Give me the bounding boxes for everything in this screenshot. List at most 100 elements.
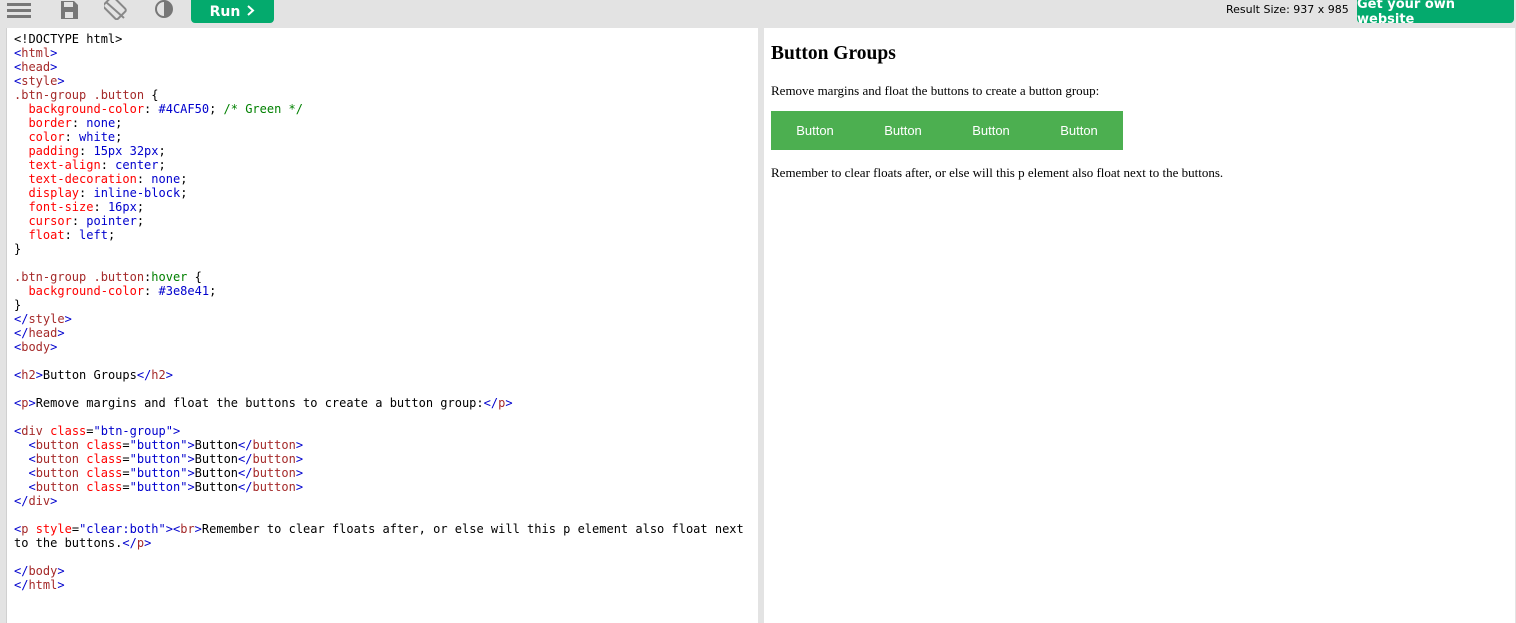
code-token: br xyxy=(180,522,195,536)
code-line: } xyxy=(14,242,758,256)
code-token: ; xyxy=(158,144,166,158)
code-line: .btn-group .button:hover { xyxy=(14,270,758,284)
code-token: > xyxy=(187,452,195,466)
result-pane: Button Groups Remove margins and float t… xyxy=(764,28,1515,623)
code-token: button xyxy=(252,480,296,494)
code-token: style xyxy=(21,74,58,88)
group-button-3[interactable]: Button xyxy=(947,111,1035,150)
code-line: <button class="button">Button</button> xyxy=(14,452,758,466)
code-line: background-color: #4CAF50; /* Green */ xyxy=(14,102,758,116)
code-token: > xyxy=(50,46,58,60)
code-token: "button" xyxy=(129,480,188,494)
code-token: style xyxy=(28,522,72,536)
code-token: ; xyxy=(115,116,123,130)
code-editor[interactable]: <!DOCTYPE html> <html> <head> <style> .btn-g… xyxy=(6,28,758,623)
code-token: = xyxy=(71,522,80,536)
code-token: h2 xyxy=(151,368,166,382)
hamburger-menu-icon[interactable] xyxy=(6,0,32,20)
code-token: > xyxy=(64,312,72,326)
run-button[interactable]: Run xyxy=(191,0,274,23)
group-button-2[interactable]: Button xyxy=(859,111,947,150)
code-token: ; xyxy=(136,214,145,228)
contrast-icon[interactable] xyxy=(153,0,175,20)
code-token: /* Green */ xyxy=(223,102,304,116)
code-token: hover xyxy=(151,270,188,284)
code-token: : xyxy=(71,214,87,228)
code-token: html xyxy=(28,578,58,592)
code-token: : xyxy=(144,284,159,298)
code-token: > xyxy=(35,368,43,382)
code-token: > xyxy=(50,340,58,354)
code-line: .btn-group .button { xyxy=(14,88,758,102)
toolbar: Run Result Size: 937 x 985 Get your own … xyxy=(0,0,1516,28)
code-token: div xyxy=(28,494,51,508)
code-token: h2 xyxy=(21,368,36,382)
code-token: </ xyxy=(238,438,253,452)
code-line: } xyxy=(14,298,758,312)
code-token: </ xyxy=(238,466,253,480)
code-line: <!DOCTYPE html> xyxy=(14,32,758,46)
code-token: ; xyxy=(209,284,217,298)
code-token: > xyxy=(295,466,304,480)
code-token: left xyxy=(79,228,108,242)
code-token: button xyxy=(35,480,80,494)
group-button-4[interactable]: Button xyxy=(1035,111,1123,150)
code-line: background-color: #3e8e41; xyxy=(14,284,758,298)
code-text[interactable]: <!DOCTYPE html> <html> <head> <style> .btn-g… xyxy=(7,28,758,592)
rotate-layout-icon[interactable] xyxy=(103,0,129,20)
code-token: > xyxy=(28,396,36,410)
code-token: > xyxy=(144,536,152,550)
code-token: : xyxy=(144,102,159,116)
code-line: <body> xyxy=(14,340,758,354)
code-token: class xyxy=(79,466,123,480)
code-line: <style> xyxy=(14,74,758,88)
code-token: class xyxy=(42,424,87,438)
code-token: < xyxy=(28,452,36,466)
code-token: .btn-group .button xyxy=(14,270,145,284)
code-line: <button class="button">Button</button> xyxy=(14,480,758,494)
code-token: Remember to clear floats after, or else … xyxy=(201,522,744,536)
code-token: Remove margins and float the buttons to … xyxy=(35,396,484,410)
code-line: text-align: center; xyxy=(14,158,758,172)
code-token: > xyxy=(295,480,304,494)
code-token: { xyxy=(144,88,159,102)
code-token: "button" xyxy=(129,466,188,480)
group-button-1[interactable]: Button xyxy=(771,111,859,150)
code-token: background-color xyxy=(28,284,145,298)
code-token: </ xyxy=(14,494,29,508)
code-token: none xyxy=(86,116,116,130)
code-token: > xyxy=(194,522,202,536)
code-token: { xyxy=(187,270,202,284)
code-token: "button" xyxy=(129,438,188,452)
code-token: ; xyxy=(115,130,123,144)
code-token: 16px xyxy=(107,200,137,214)
code-line: <p style="clear:both"><br>Remember to cl… xyxy=(14,522,758,536)
code-token: Button xyxy=(194,438,239,452)
code-line: font-size: 16px; xyxy=(14,200,758,214)
code-token: : xyxy=(71,116,87,130)
code-token: background-color xyxy=(28,102,145,116)
code-line: </head> xyxy=(14,326,758,340)
code-token: = xyxy=(122,452,130,466)
run-button-label: Run xyxy=(209,3,241,20)
code-token: > xyxy=(173,424,181,438)
get-your-own-website-button[interactable]: Get your own website xyxy=(1357,0,1514,27)
code-token: </ xyxy=(14,578,29,592)
save-icon[interactable] xyxy=(58,0,80,20)
code-line: cursor: pointer; xyxy=(14,214,758,228)
code-line: color: white; xyxy=(14,130,758,144)
code-token: > xyxy=(57,564,65,578)
code-token: </ xyxy=(14,564,29,578)
